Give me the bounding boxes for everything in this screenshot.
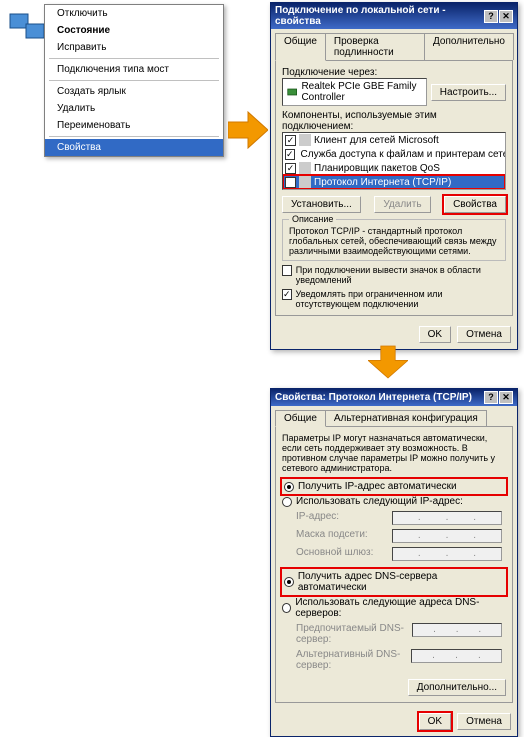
window-title: Свойства: Протокол Интернета (TCP/IP) [275,392,472,403]
gateway-label: Основной шлюз: [296,547,373,561]
ok-button[interactable]: OK [419,713,451,730]
list-label: Протокол Интернета (TCP/IP) [314,177,451,188]
list-label: Планировщик пакетов QoS [314,163,440,174]
notify-limited-checkbox[interactable]: ✓ [282,289,292,300]
advanced-button[interactable]: Дополнительно... [408,679,506,696]
radio-label: Использовать следующий IP-адрес: [296,496,463,507]
ctx-status[interactable]: Состояние [45,22,223,39]
components-label: Компоненты, используемые этим подключени… [282,110,506,132]
cancel-button[interactable]: Отмена [457,713,511,730]
ctx-shortcut[interactable]: Создать ярлык [45,83,223,100]
titlebar: Подключение по локальной сети - свойства… [271,3,517,29]
list-item[interactable]: ✓ Служба доступа к файлам и принтерам се… [283,147,505,161]
close-button[interactable]: ✕ [499,391,513,404]
separator [49,58,219,59]
checkbox[interactable]: ✓ [285,163,296,174]
ctx-properties[interactable]: Свойства [45,139,223,156]
ctx-repair[interactable]: Исправить [45,39,223,56]
dialog-buttons: OK Отмена [271,707,517,736]
radio-label: Получить IP-адрес автоматически [298,481,457,492]
description-legend: Описание [289,214,336,224]
radio-label: Получить адрес DNS-сервера автоматически [298,571,504,593]
list-item[interactable]: ✓ Планировщик пакетов QoS [283,161,505,175]
ctx-bridge[interactable]: Подключения типа мост [45,61,223,78]
intro-text: Параметры IP могут назначаться автоматич… [282,433,506,473]
close-button[interactable]: ✕ [499,10,513,23]
notify-limited-label: Уведомлять при ограниченном или отсутств… [296,289,506,309]
connection-properties-window: Подключение по локальной сети - свойства… [270,2,518,350]
dns1-label: Предпочитаемый DNS-сервер: [296,623,412,645]
radio-icon [282,603,291,613]
radio-manual-dns[interactable]: Использовать следующие адреса DNS-сервер… [282,595,506,621]
qos-icon [299,162,311,174]
description-group: Описание Протокол TCP/IP - стандартный п… [282,219,506,261]
description-text: Протокол TCP/IP - стандартный протокол г… [289,226,497,256]
checkbox[interactable]: ✓ [285,177,296,188]
dns2-field: ... [411,649,502,663]
radio-auto-ip[interactable]: Получить IP-адрес автоматически [282,479,506,494]
remove-button: Удалить [374,196,430,213]
install-button[interactable]: Установить... [282,196,361,213]
titlebar: Свойства: Протокол Интернета (TCP/IP) ? … [271,389,517,406]
radio-manual-ip[interactable]: Использовать следующий IP-адрес: [282,494,506,509]
list-item-tcpip[interactable]: ✓ Протокол Интернета (TCP/IP) [283,175,505,189]
tab-general[interactable]: Общие [275,33,326,61]
ctx-delete[interactable]: Удалить [45,100,223,117]
tab-body: Подключение через: Realtek PCIe GBE Fami… [275,60,513,316]
arrow-right-icon [228,110,268,160]
help-button[interactable]: ? [484,391,498,404]
protocol-icon [299,176,311,188]
tray-icon-label: При подключении вывести значок в области… [296,265,506,285]
tab-altconfig[interactable]: Альтернативная конфигурация [325,410,487,426]
radio-icon [282,497,292,507]
checkbox[interactable]: ✓ [285,149,295,160]
connection-context-menu: Отключить Состояние Исправить Подключени… [44,4,224,157]
list-item[interactable]: ✓ Клиент для сетей Microsoft [283,133,505,147]
subnet-mask-label: Маска подсети: [296,529,368,543]
list-label: Служба доступа к файлам и принтерам сете… [301,149,506,160]
window-title: Подключение по локальной сети - свойства [275,5,484,27]
tcpip-properties-window: Свойства: Протокол Интернета (TCP/IP) ? … [270,388,518,737]
radio-auto-dns[interactable]: Получить адрес DNS-сервера автоматически [282,569,506,595]
list-label: Клиент для сетей Microsoft [314,135,439,146]
separator [49,136,219,137]
tab-general[interactable]: Общие [275,410,326,427]
gateway-field: ... [392,547,502,561]
properties-button[interactable]: Свойства [444,196,506,213]
help-button[interactable]: ? [484,10,498,23]
radio-icon [284,482,294,492]
adapter-name: Realtek PCIe GBE Family Controller [301,81,421,103]
ip-address-label: IP-адрес: [296,511,339,525]
configure-button[interactable]: Настроить... [431,84,506,101]
radio-label: Использовать следующие адреса DNS-сервер… [295,597,506,619]
separator [49,80,219,81]
dns2-label: Альтернативный DNS-сервер: [296,649,411,671]
adapter-field: Realtek PCIe GBE Family Controller [282,78,427,106]
nic-icon [287,86,297,98]
ip-address-field: ... [392,511,502,525]
dns1-field: ... [412,623,502,637]
client-icon [299,134,311,146]
subnet-mask-field: ... [392,529,502,543]
ctx-disable[interactable]: Отключить [45,5,223,22]
tabs: Общие Проверка подлинности Дополнительно [275,33,513,60]
checkbox[interactable]: ✓ [285,135,296,146]
cancel-button[interactable]: Отмена [457,326,511,343]
network-connection-icon [8,10,48,44]
tab-advanced[interactable]: Дополнительно [424,33,514,60]
tab-auth[interactable]: Проверка подлинности [325,33,425,60]
components-list[interactable]: ✓ Клиент для сетей Microsoft ✓ Служба до… [282,132,506,190]
ctx-rename[interactable]: Переименовать [45,117,223,134]
tray-icon-checkbox[interactable] [282,265,292,276]
tab-body: Параметры IP могут назначаться автоматич… [275,426,513,703]
tabs: Общие Альтернативная конфигурация [275,410,513,426]
arrow-down-icon [368,342,408,392]
ok-button[interactable]: OK [419,326,451,343]
radio-icon [284,577,294,587]
connect-via-label: Подключение через: [282,67,506,78]
